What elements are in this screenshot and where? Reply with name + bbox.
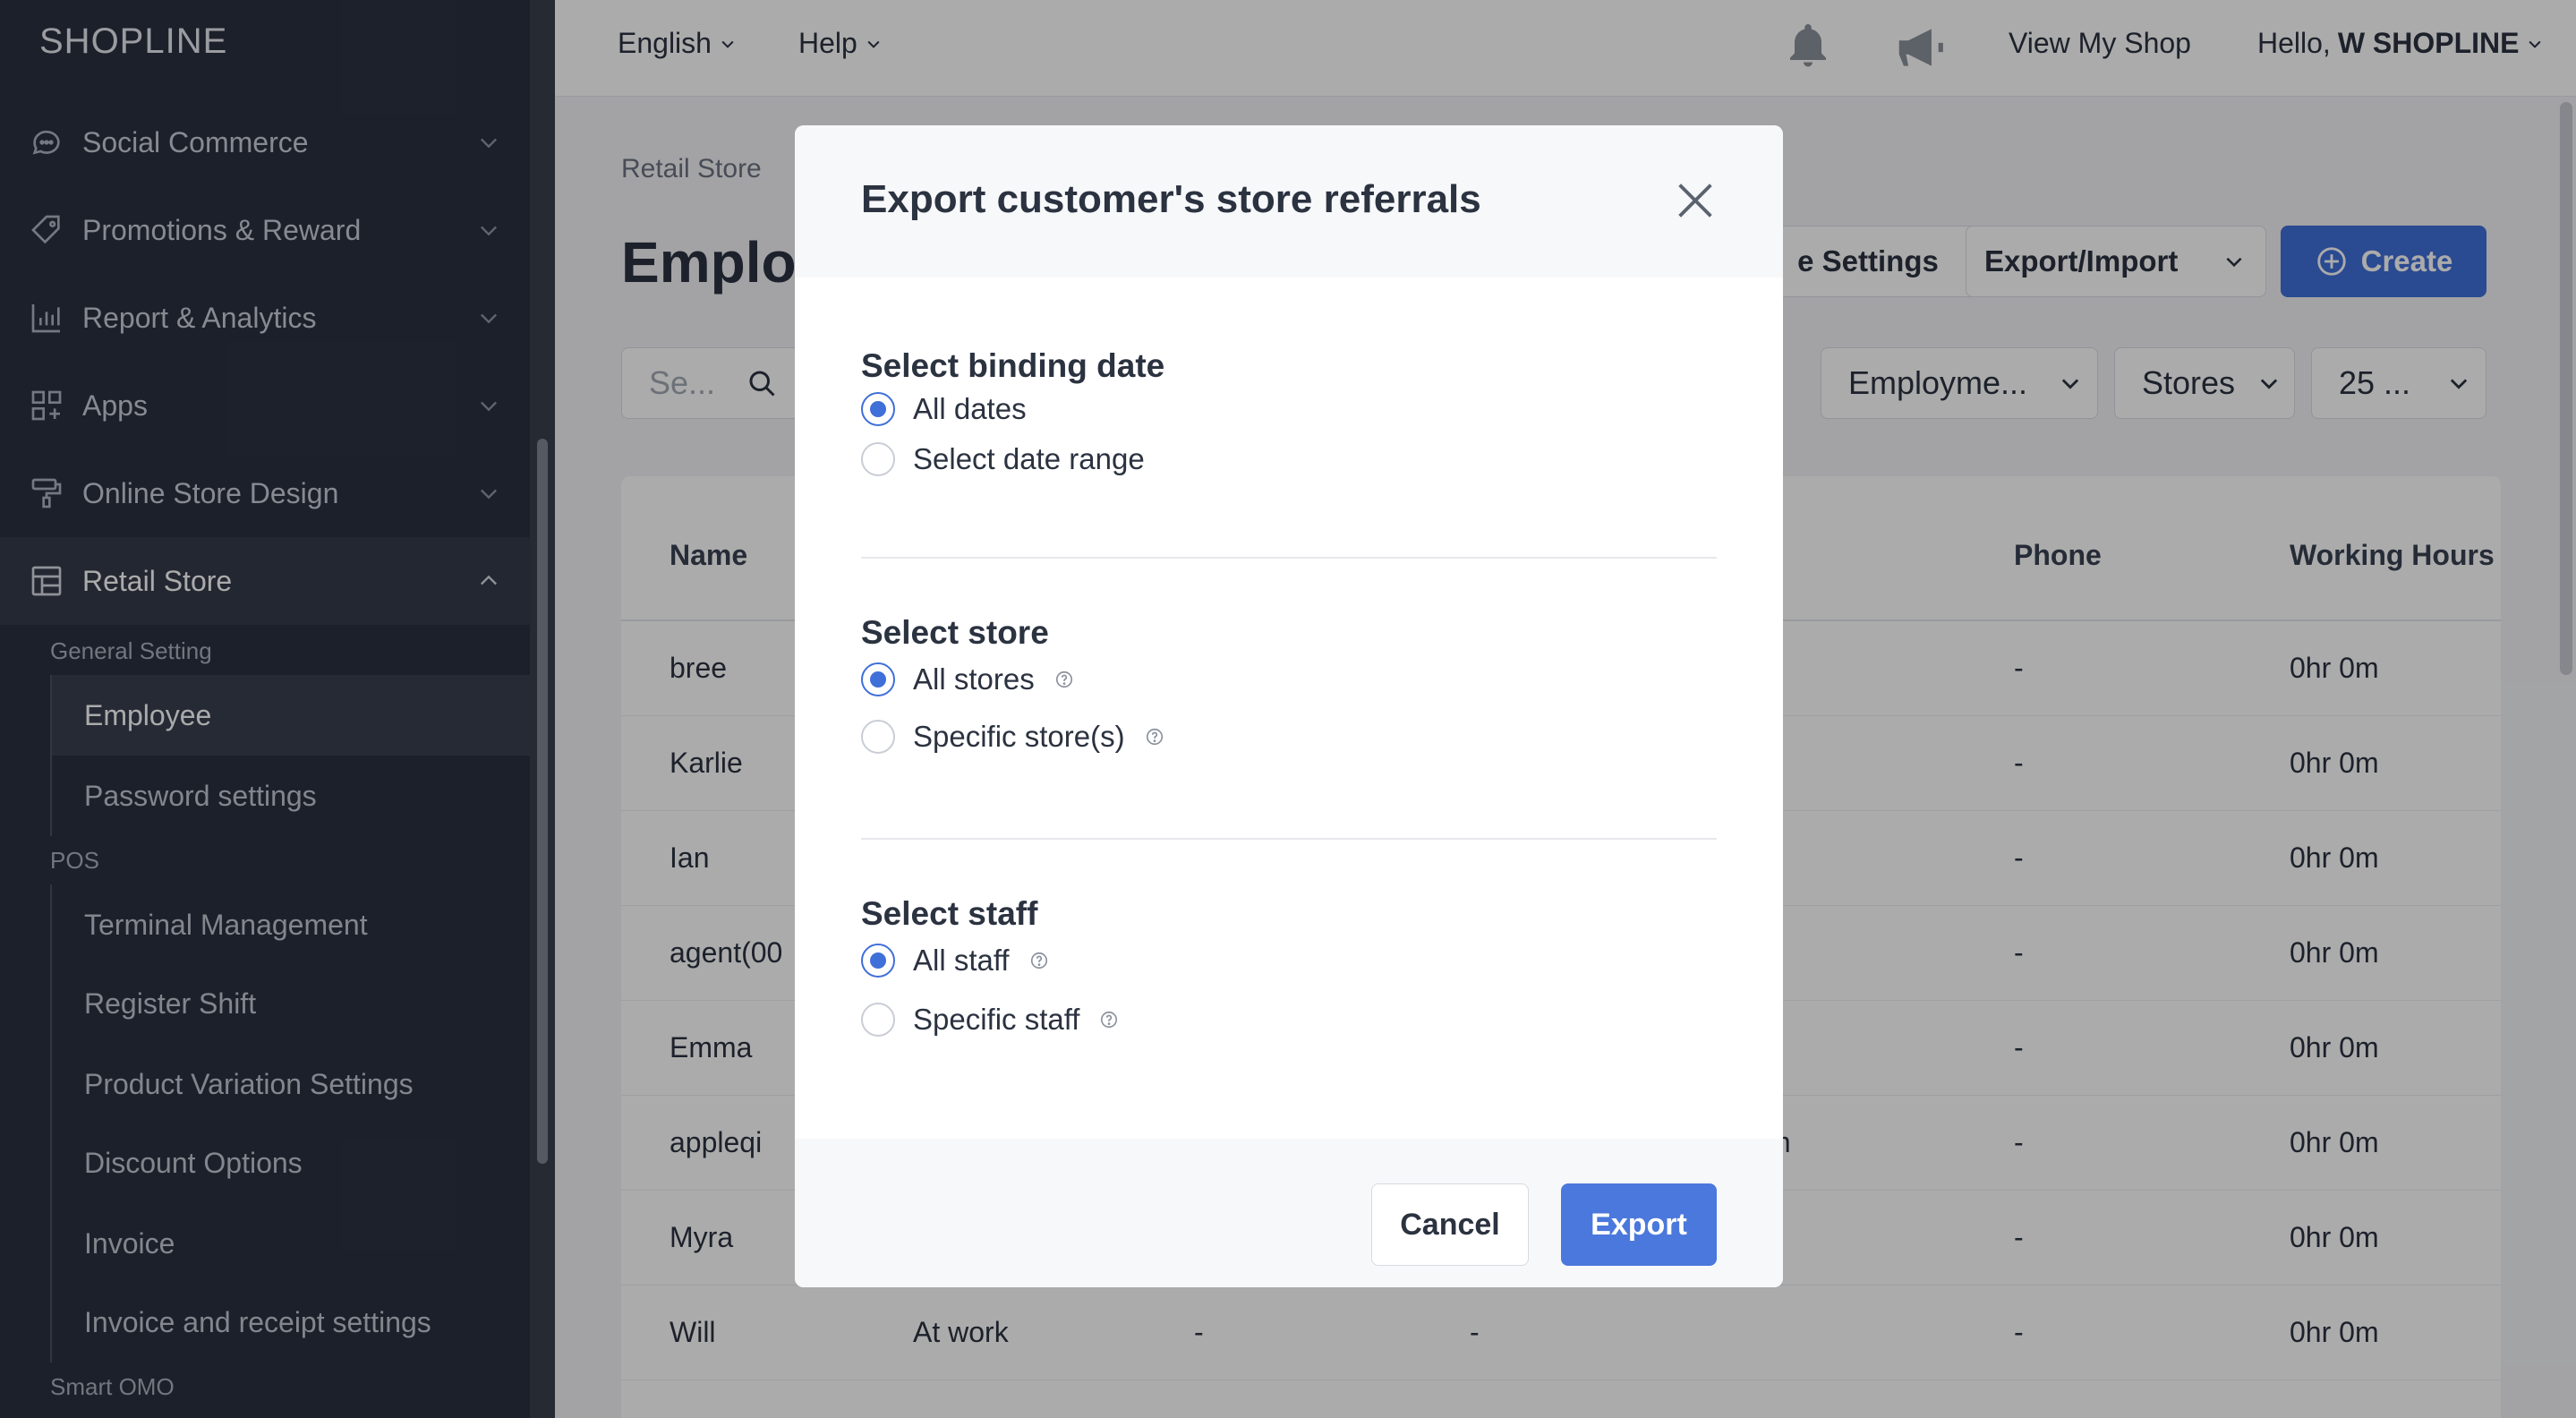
modal-header: Export customer's store referrals xyxy=(795,125,1783,278)
radio-button[interactable] xyxy=(861,442,895,476)
radio-button-selected[interactable] xyxy=(861,392,895,426)
section-divider xyxy=(861,557,1717,559)
cancel-button[interactable]: Cancel xyxy=(1371,1183,1529,1266)
export-referrals-modal: Export customer's store referrals Select… xyxy=(795,125,1783,1287)
binding-date-title: Select binding date xyxy=(861,347,1165,384)
radio-label: Specific store(s) xyxy=(913,720,1125,753)
modal-title: Export customer's store referrals xyxy=(861,177,1481,221)
radio-all-dates[interactable]: All dates xyxy=(861,392,1027,426)
radio-specific-stores[interactable]: Specific store(s) xyxy=(861,720,1164,754)
help-icon[interactable] xyxy=(1029,951,1049,970)
staff-title: Select staff xyxy=(861,895,1038,932)
radio-label: All staff xyxy=(913,944,1010,977)
radio-label: Specific staff xyxy=(913,1003,1080,1036)
export-button[interactable]: Export xyxy=(1561,1183,1717,1266)
modal-footer: Cancel Export xyxy=(795,1139,1783,1287)
radio-all-stores[interactable]: All stores xyxy=(861,662,1074,696)
radio-button[interactable] xyxy=(861,720,895,754)
store-title: Select store xyxy=(861,614,1049,651)
radio-all-staff[interactable]: All staff xyxy=(861,944,1049,978)
radio-specific-staff[interactable]: Specific staff xyxy=(861,1003,1119,1037)
radio-button[interactable] xyxy=(861,1003,895,1037)
close-icon[interactable] xyxy=(1672,177,1719,224)
radio-label: All stores xyxy=(913,662,1035,696)
radio-select-date-range[interactable]: Select date range xyxy=(861,442,1145,476)
radio-button-selected[interactable] xyxy=(861,662,895,696)
radio-button-selected[interactable] xyxy=(861,944,895,978)
help-icon[interactable] xyxy=(1099,1010,1119,1029)
radio-label: All dates xyxy=(913,392,1027,425)
help-icon[interactable] xyxy=(1145,727,1164,747)
help-icon[interactable] xyxy=(1054,670,1074,689)
section-divider xyxy=(861,838,1717,840)
radio-label: Select date range xyxy=(913,442,1145,475)
